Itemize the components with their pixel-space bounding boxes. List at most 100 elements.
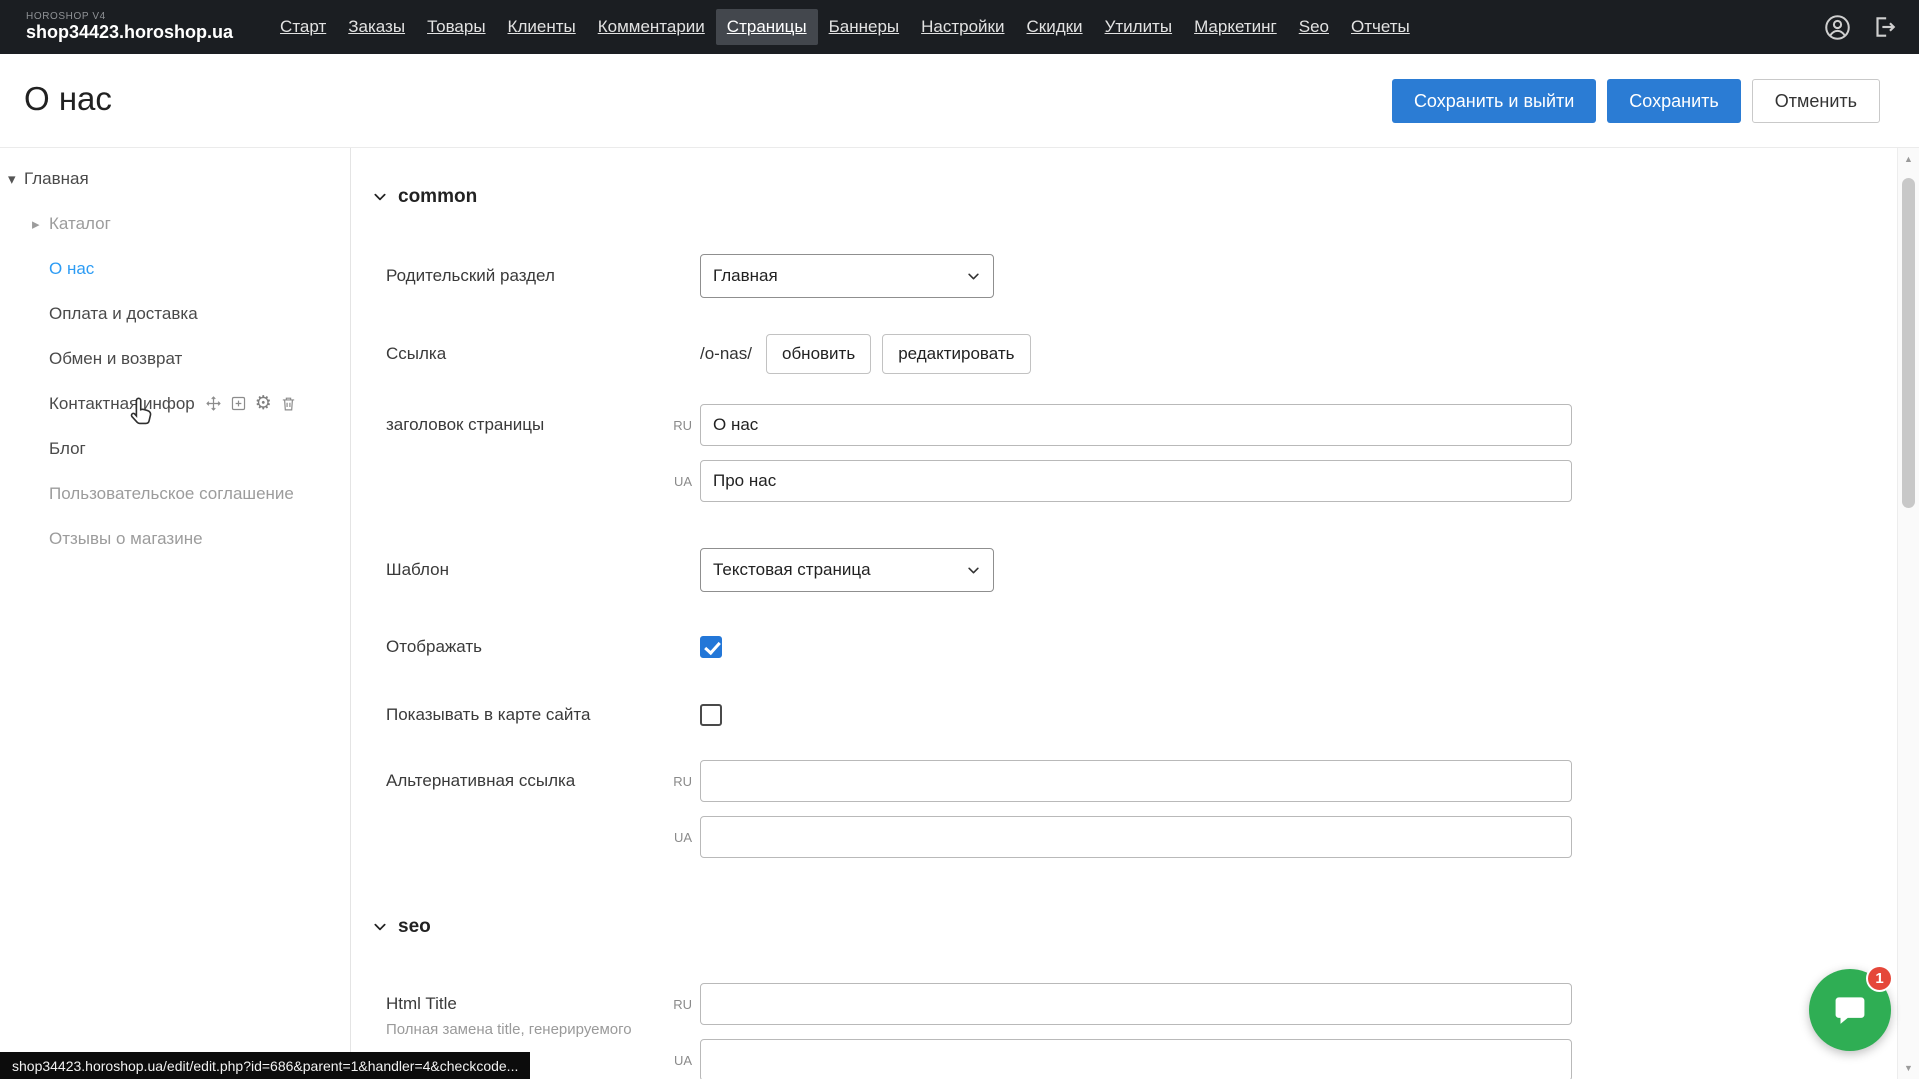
settings-gear-icon[interactable]: ⚙: [255, 394, 272, 413]
status-url: shop34423.horoshop.ua/edit/edit.php?id=6…: [12, 1058, 518, 1074]
lang-ru-tag: RU: [666, 418, 692, 433]
sidebar-item-otzyvy-o-magazine[interactable]: Отзывы о магазине: [0, 516, 350, 561]
chevron-down-icon: [372, 189, 388, 205]
sidebar-item-glavnaya[interactable]: ▾ Главная: [0, 156, 350, 201]
menu-seo[interactable]: Seo: [1288, 9, 1340, 45]
form-row-link: Ссылка /o-nas/ обновить редактировать: [372, 334, 1897, 374]
sidebar-item-polzovatelskoe-soglashenie[interactable]: Пользовательское соглашение: [0, 471, 350, 516]
menu-orders[interactable]: Заказы: [337, 9, 416, 45]
menu-start[interactable]: Старт: [269, 9, 337, 45]
refresh-link-button[interactable]: обновить: [766, 334, 871, 374]
tree-item-label: О нас: [49, 259, 94, 279]
chat-unread-badge: 1: [1866, 965, 1893, 992]
tree-item-label: Отзывы о магазине: [49, 529, 203, 549]
section-seo[interactable]: seo: [372, 916, 1897, 938]
alt-link-ru-input[interactable]: [700, 760, 1572, 802]
brand-domain: shop34423.horoshop.ua: [26, 23, 233, 42]
menu-settings[interactable]: Настройки: [910, 9, 1015, 45]
page-title: О нас: [24, 80, 112, 118]
section-title: seo: [398, 916, 431, 938]
header-buttons: Сохранить и выйти Сохранить Отменить: [1392, 79, 1880, 123]
html-title-ru-input[interactable]: [700, 983, 1572, 1025]
main-menu: Старт Заказы Товары Клиенты Комментарии …: [269, 9, 1421, 45]
field-label-block: Html Title Полная замена title, генериру…: [386, 983, 666, 1038]
sidebar-item-blog[interactable]: Блог: [0, 426, 350, 471]
chevron-down-icon: [966, 269, 981, 284]
sidebar-item-obmen-i-vozvrat[interactable]: Обмен и возврат: [0, 336, 350, 381]
field-label: Альтернативная ссылка: [386, 760, 666, 791]
topbar-right: [1824, 14, 1897, 41]
sidebar-item-o-nas[interactable]: О нас: [0, 246, 350, 291]
lang-ru-tag: RU: [666, 997, 692, 1012]
menu-discounts[interactable]: Скидки: [1015, 9, 1093, 45]
tree-item-label: Блог: [49, 439, 86, 459]
scroll-up-arrow[interactable]: ▲: [1898, 148, 1919, 170]
sidebar-item-oplata-i-dostavka[interactable]: Оплата и доставка: [0, 291, 350, 336]
html-title-ua-input[interactable]: [700, 1039, 1572, 1079]
section-common[interactable]: common: [372, 186, 1897, 208]
chevron-down-icon: [372, 919, 388, 935]
page-edit-form: common Родительский раздел Главная Ссылк…: [352, 148, 1897, 1079]
chevron-down-icon: [966, 563, 981, 578]
link-path: /o-nas/: [700, 344, 752, 364]
caret-down-icon[interactable]: ▾: [8, 170, 16, 188]
tree-item-label: Оплата и доставка: [49, 304, 198, 324]
form-row-display: Отображать: [372, 636, 1897, 658]
field-label: Шаблон: [386, 560, 700, 580]
field-label: Отображать: [386, 637, 700, 657]
menu-clients[interactable]: Клиенты: [497, 9, 587, 45]
tree-item-label: Контактная инфор: [49, 394, 195, 414]
add-page-icon[interactable]: [230, 395, 247, 412]
pages-tree-sidebar: ▾ Главная ▸ Каталог О нас Оплата и доста…: [0, 148, 351, 1079]
menu-banners[interactable]: Баннеры: [818, 9, 911, 45]
account-icon[interactable]: [1824, 14, 1851, 41]
chat-bubble-icon: [1831, 991, 1869, 1029]
brand-logo[interactable]: HOROSHOP V4 shop34423.horoshop.ua: [26, 12, 233, 41]
drag-move-icon[interactable]: [205, 395, 222, 412]
display-checkbox[interactable]: [700, 636, 722, 658]
caret-right-icon[interactable]: ▸: [32, 215, 40, 233]
scrollbar-thumb[interactable]: [1902, 178, 1915, 508]
menu-products[interactable]: Товары: [416, 9, 496, 45]
logout-icon[interactable]: [1871, 14, 1897, 40]
page-header: О нас Сохранить и выйти Сохранить Отмени…: [0, 54, 1919, 147]
alt-link-ua-input[interactable]: [700, 816, 1572, 858]
field-label: заголовок страницы: [386, 404, 666, 435]
field-note: Полная замена title, генерируемого: [386, 1021, 656, 1038]
cancel-button[interactable]: Отменить: [1752, 79, 1880, 123]
lang-ua-tag: UA: [666, 830, 692, 845]
form-row-parent-section: Родительский раздел Главная: [372, 254, 1897, 298]
page-title-ua-input[interactable]: [700, 460, 1572, 502]
topbar: HOROSHOP V4 shop34423.horoshop.ua Старт …: [0, 0, 1919, 54]
sitemap-checkbox[interactable]: [700, 704, 722, 726]
link-status-bar: shop34423.horoshop.ua/edit/edit.php?id=6…: [0, 1052, 530, 1079]
menu-pages[interactable]: Страницы: [716, 9, 818, 45]
field-label: Html Title: [386, 994, 666, 1014]
form-row-html-title: Html Title Полная замена title, генериру…: [372, 983, 1897, 1079]
select-value: Текстовая страница: [713, 560, 871, 580]
form-row-sitemap: Показывать в карте сайта: [372, 704, 1897, 726]
form-row-template: Шаблон Текстовая страница: [372, 548, 1897, 592]
page-title-ru-input[interactable]: [700, 404, 1572, 446]
sidebar-item-kontaktnaya-informatsiya[interactable]: Контактная инфор ⚙: [0, 381, 350, 426]
delete-trash-icon[interactable]: [280, 395, 297, 412]
tree-item-label: Обмен и возврат: [49, 349, 182, 369]
scrollbar[interactable]: ▲ ▼: [1897, 148, 1919, 1079]
parent-section-select[interactable]: Главная: [700, 254, 994, 298]
section-title: common: [398, 186, 477, 208]
menu-marketing[interactable]: Маркетинг: [1183, 9, 1288, 45]
tree-item-actions: ⚙: [205, 394, 297, 413]
edit-link-button[interactable]: редактировать: [882, 334, 1030, 374]
template-select[interactable]: Текстовая страница: [700, 548, 994, 592]
tree-item-label: Пользовательское соглашение: [49, 484, 294, 504]
menu-utilities[interactable]: Утилиты: [1094, 9, 1184, 45]
sidebar-item-katalog[interactable]: ▸ Каталог: [0, 201, 350, 246]
field-label: Ссылка: [386, 344, 700, 364]
tree-item-label: Каталог: [49, 214, 111, 234]
save-button[interactable]: Сохранить: [1607, 79, 1740, 123]
menu-reports[interactable]: Отчеты: [1340, 9, 1421, 45]
scroll-down-arrow[interactable]: ▼: [1898, 1057, 1919, 1079]
menu-comments[interactable]: Комментарии: [587, 9, 716, 45]
save-and-exit-button[interactable]: Сохранить и выйти: [1392, 79, 1596, 123]
chat-widget-button[interactable]: 1: [1809, 969, 1891, 1051]
